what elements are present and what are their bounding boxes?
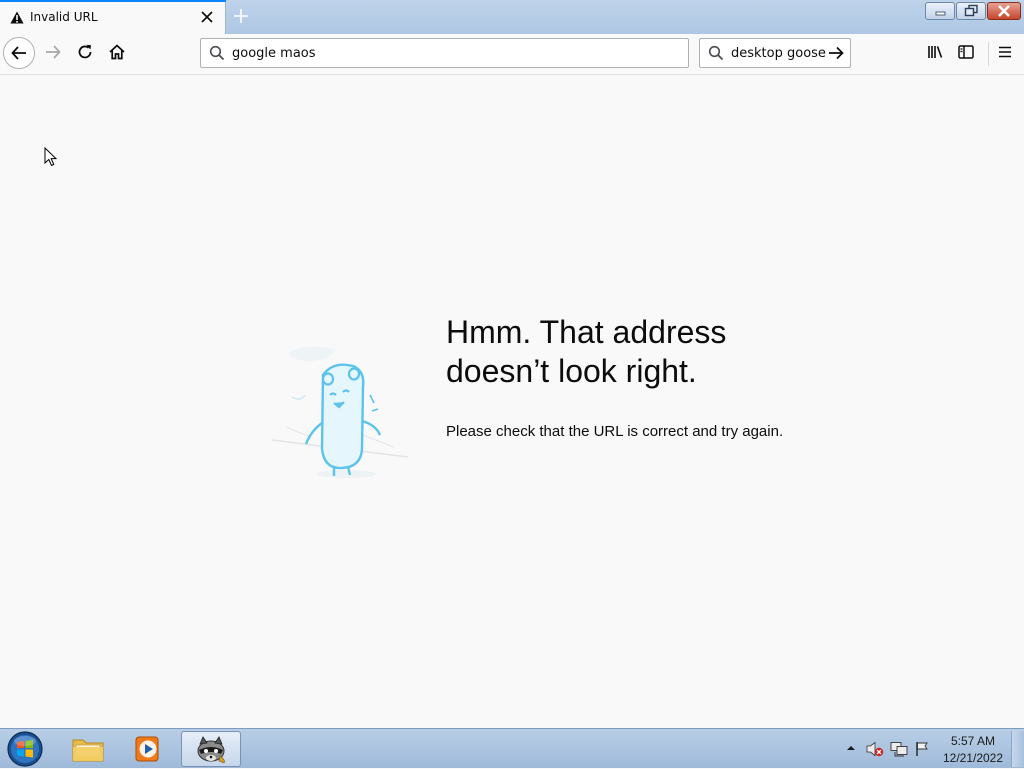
- error-title-line-2: doesn’t look right.: [446, 353, 697, 389]
- clock-date[interactable]: 12/21/2022: [940, 751, 1006, 765]
- start-orb-icon[interactable]: [5, 730, 45, 768]
- folder-icon: [72, 739, 104, 762]
- new-tab-plus-icon[interactable]: [232, 7, 250, 25]
- error-title: Hmm. That address doesn’t look right.: [446, 313, 866, 391]
- search-icon: [708, 45, 724, 61]
- reload-icon: [78, 44, 92, 59]
- sidebar-icon: [958, 45, 974, 59]
- tab-invalid-url[interactable]: Invalid URL: [0, 0, 226, 34]
- forward-arrow-icon: [46, 45, 61, 59]
- error-page: Hmm. That address doesn’t look right. Pl…: [0, 75, 1024, 728]
- show-desktop-button[interactable]: [1011, 731, 1024, 767]
- hamburger-menu-icon: [999, 46, 1011, 58]
- warning-icon: [10, 11, 24, 24]
- home-button[interactable]: [106, 41, 128, 63]
- back-button[interactable]: [3, 37, 35, 69]
- error-title-line-1: Hmm. That address: [446, 314, 727, 350]
- mouse-cursor-icon: [44, 147, 58, 167]
- library-button[interactable]: [924, 41, 946, 63]
- minimize-button[interactable]: [925, 2, 955, 20]
- close-icon: [998, 5, 1010, 17]
- menu-button[interactable]: [994, 41, 1016, 63]
- taskbar-media-player[interactable]: [120, 731, 176, 767]
- raccoon-app-icon: [197, 736, 225, 764]
- media-player-icon: [135, 736, 159, 762]
- volume-muted-icon[interactable]: [866, 741, 884, 757]
- reload-button[interactable]: [74, 41, 96, 63]
- home-icon: [109, 44, 125, 60]
- close-tab-icon[interactable]: [200, 10, 214, 24]
- search-bar[interactable]: desktop goose: [699, 38, 851, 68]
- show-hidden-icons-icon[interactable]: [845, 743, 857, 753]
- clock-time[interactable]: 5:57 AM: [942, 734, 1004, 748]
- taskbar: 5:57 AM 12/21/2022: [0, 728, 1024, 768]
- sidebar-button[interactable]: [955, 41, 977, 63]
- taskbar-file-explorer[interactable]: [60, 731, 116, 767]
- navigation-toolbar: desktop goose: [0, 34, 1024, 75]
- back-arrow-icon: [11, 46, 26, 60]
- error-description: Please check that the URL is correct and…: [446, 423, 784, 440]
- search-icon: [209, 45, 225, 61]
- tab-strip: Invalid URL: [0, 0, 1024, 34]
- toolbar-separator: [988, 42, 989, 66]
- restore-icon: [964, 4, 978, 17]
- minimize-icon: [935, 11, 946, 16]
- taskbar-desktop-goose[interactable]: [181, 731, 241, 767]
- close-window-button[interactable]: [987, 2, 1021, 20]
- action-center-flag-icon[interactable]: [914, 741, 930, 757]
- network-icon[interactable]: [890, 741, 908, 757]
- restore-button[interactable]: [956, 2, 986, 20]
- url-input[interactable]: [232, 43, 672, 63]
- url-bar[interactable]: [200, 38, 689, 68]
- go-arrow-icon[interactable]: [827, 44, 845, 62]
- tab-active-indicator: [0, 0, 226, 2]
- tab-title: Invalid URL: [30, 10, 98, 24]
- forward-button[interactable]: [42, 41, 64, 63]
- library-icon: [928, 46, 943, 58]
- search-text[interactable]: desktop goose: [731, 46, 826, 61]
- error-illustration: [271, 346, 409, 478]
